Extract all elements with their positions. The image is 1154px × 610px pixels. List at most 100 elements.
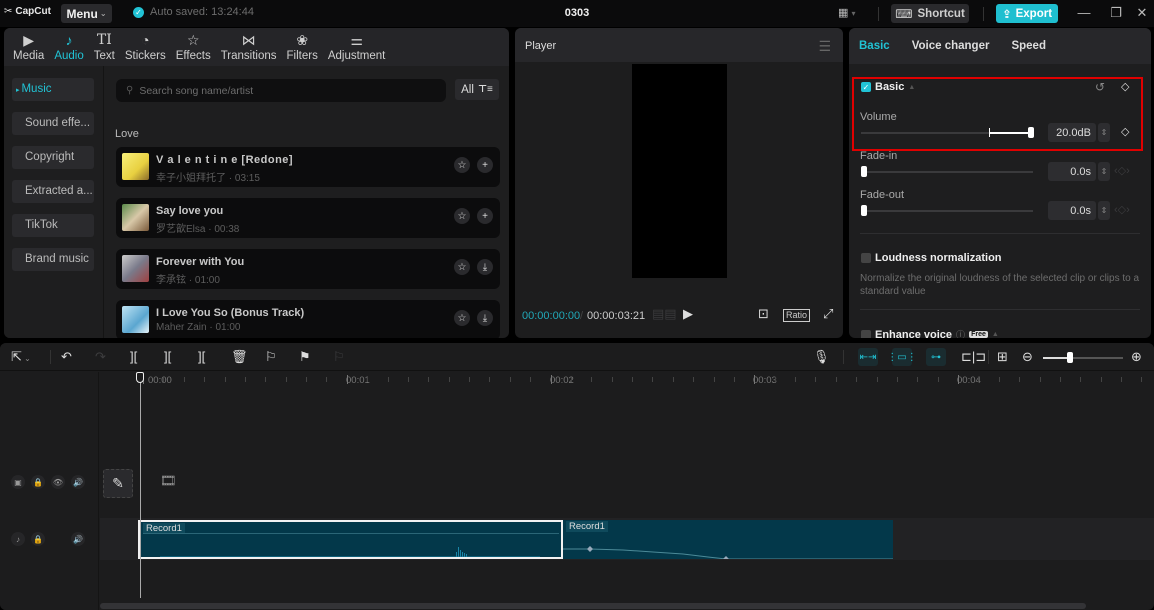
basic-section-header[interactable]: ✓ Basic ▲ (861, 81, 915, 93)
mute-track-button[interactable]: 🔊 (71, 475, 85, 489)
tab-media[interactable]: ▶ Media (8, 28, 49, 66)
fade-handle[interactable] (723, 556, 729, 559)
playhead-handle[interactable] (136, 372, 144, 383)
fade-in-stepper[interactable]: ⇕ (1098, 162, 1110, 181)
add-to-track-button[interactable]: + (477, 157, 493, 173)
mute-track-button[interactable]: 🔊 (71, 532, 85, 546)
shortcut-button[interactable]: ⌨ Shortcut (891, 4, 969, 23)
waveform-toggle[interactable]: ▤▤ (652, 306, 677, 322)
lock-track-button[interactable]: 🔒 (31, 532, 45, 546)
tab-stickers[interactable]: ◔ Stickers (120, 28, 171, 66)
category-copyright[interactable]: Copyright (12, 146, 94, 169)
tab-text[interactable]: TI Text (89, 28, 120, 66)
remove-marker-button[interactable]: ⚐ (333, 349, 345, 364)
search-input[interactable] (139, 84, 430, 97)
tab-voice-changer[interactable]: Voice changer (912, 40, 990, 52)
favorite-button[interactable]: ☆ (454, 208, 470, 224)
timeline-zoom-knob[interactable] (1067, 352, 1073, 363)
tab-basic[interactable]: Basic (859, 40, 890, 52)
volume-stepper[interactable]: ⇕ (1098, 123, 1110, 142)
song-item[interactable]: Say love you 罗艺歆Elsa · 00:38 ☆ + (116, 198, 500, 238)
volume-slider-knob[interactable] (1028, 127, 1034, 138)
enhance-voice-section-header[interactable]: Enhance voice ⓘ Free ▲ (861, 328, 999, 338)
minimize-button[interactable]: — (1076, 5, 1092, 20)
marker-button[interactable]: ⚑ (299, 349, 311, 364)
favorite-button[interactable]: ☆ (454, 259, 470, 275)
trim-right-icon: ][ (198, 349, 206, 364)
hide-track-button[interactable]: 👁 (51, 475, 65, 489)
category-sound-effects[interactable]: Sound effe... (12, 112, 94, 135)
main-track-magnet-toggle[interactable]: ⇤⇥ (858, 348, 878, 366)
redo-button[interactable]: ↷ (95, 349, 106, 364)
fullscreen-button[interactable]: ⤢ (823, 306, 833, 322)
song-item[interactable]: I Love You So (Bonus Track) Maher Zain ·… (116, 300, 500, 338)
category-brand-music[interactable]: Brand music (12, 248, 94, 271)
keyframe-button[interactable]: ◇ (1121, 80, 1129, 93)
record-voiceover-button[interactable]: 🎙 (813, 349, 830, 364)
auto-snap-toggle[interactable]: ⋮▭⋮ (887, 348, 917, 366)
time-ruler[interactable]: 00:00 00:01 00:02 00:03 00:04 (100, 372, 1154, 390)
add-to-track-button[interactable]: + (477, 208, 493, 224)
audio-clip[interactable]: Record1 (563, 520, 893, 559)
fade-in-value-input[interactable]: 0.0s (1048, 162, 1096, 181)
split-button[interactable]: ][ (130, 349, 137, 364)
loudness-checkbox[interactable] (861, 253, 871, 263)
fade-out-value-input[interactable]: 0.0s (1048, 201, 1096, 220)
enhance-voice-checkbox[interactable] (861, 329, 871, 338)
timeline-horizontal-scrollbar[interactable] (100, 603, 1086, 609)
lock-track-button[interactable]: 🔒 (31, 475, 45, 489)
restore-button[interactable]: ❐ (1108, 5, 1124, 21)
help-circle-icon[interactable]: ⓘ (956, 328, 965, 338)
zoom-fit-button[interactable]: ⊡ (758, 306, 769, 322)
layout-menu[interactable]: ▦ ▾ (838, 6, 855, 19)
tab-speed[interactable]: Speed (1011, 40, 1046, 52)
select-tool-button[interactable]: ⇱ ⌄ (11, 349, 31, 366)
favorite-button[interactable]: ☆ (454, 310, 470, 326)
reset-button[interactable]: ↺ (1095, 80, 1105, 94)
filter-button[interactable]: All ⊤≡ (455, 79, 499, 100)
play-button[interactable]: ▶ (683, 306, 693, 322)
player-menu-button[interactable]: ☰ (818, 38, 831, 55)
export-button[interactable]: ⇪ Export (996, 4, 1058, 23)
tab-effects[interactable]: ☆ Effects (171, 28, 216, 66)
fade-out-slider[interactable] (861, 210, 1033, 212)
cover-button[interactable]: ✎ (103, 469, 133, 498)
tab-filters[interactable]: ❀ Filters (282, 28, 323, 66)
favorite-button[interactable]: ☆ (454, 157, 470, 173)
fade-in-slider[interactable] (861, 171, 1033, 173)
fade-handle[interactable] (587, 546, 593, 552)
category-extracted-audio[interactable]: Extracted a... (12, 180, 94, 203)
delete-right-button[interactable]: ][ (198, 349, 205, 364)
ai-marker-button[interactable]: ⚐ (265, 349, 277, 364)
tab-transitions[interactable]: ⋈ Transitions (216, 28, 282, 66)
close-button[interactable]: ✕ (1134, 5, 1150, 21)
category-tiktok[interactable]: TikTok (12, 214, 94, 237)
loudness-section-header[interactable]: Loudness normalization (861, 252, 1002, 264)
category-music[interactable]: ▸ Music (12, 78, 94, 101)
zoom-in-button[interactable]: ⊕ (1131, 349, 1142, 364)
volume-keyframe-button[interactable]: ◇ (1121, 125, 1129, 138)
zoom-out-button[interactable]: ⊖ (1022, 349, 1033, 364)
volume-value-input[interactable]: 20.0dB (1048, 123, 1096, 142)
main-video-track[interactable]: 🎞 (140, 449, 1154, 515)
preview-axis-toggle[interactable]: ⊏|⊐ (961, 349, 986, 364)
fade-in-slider-knob[interactable] (861, 166, 867, 177)
linkage-toggle[interactable]: ⊶ (926, 348, 946, 366)
delete-button[interactable]: 🗑 (231, 349, 248, 364)
video-preview[interactable] (632, 64, 727, 278)
tab-audio[interactable]: ♪ Audio (49, 28, 88, 66)
fade-out-slider-knob[interactable] (861, 205, 867, 216)
delete-left-button[interactable]: ][ (164, 349, 171, 364)
basic-checkbox[interactable]: ✓ (861, 82, 871, 92)
download-button[interactable]: ⤓ (477, 310, 493, 326)
fade-out-stepper[interactable]: ⇕ (1098, 201, 1110, 220)
menu-button[interactable]: Menu ⌄ (61, 4, 112, 23)
audio-clip[interactable]: Record1 (138, 520, 563, 559)
ratio-button[interactable]: Ratio (783, 309, 811, 322)
undo-button[interactable]: ↶ (61, 349, 72, 364)
download-button[interactable]: ⤓ (477, 259, 493, 275)
song-item[interactable]: V a l e n t i n e [Redone] 幸子小姐拜托了 · 03:… (116, 147, 500, 187)
zoom-to-fit-button[interactable]: ⊞ (997, 349, 1008, 364)
tab-adjustment[interactable]: ⚌ Adjustment (323, 28, 391, 66)
song-item[interactable]: Forever with You 李承铉 · 01:00 ☆ ⤓ (116, 249, 500, 289)
